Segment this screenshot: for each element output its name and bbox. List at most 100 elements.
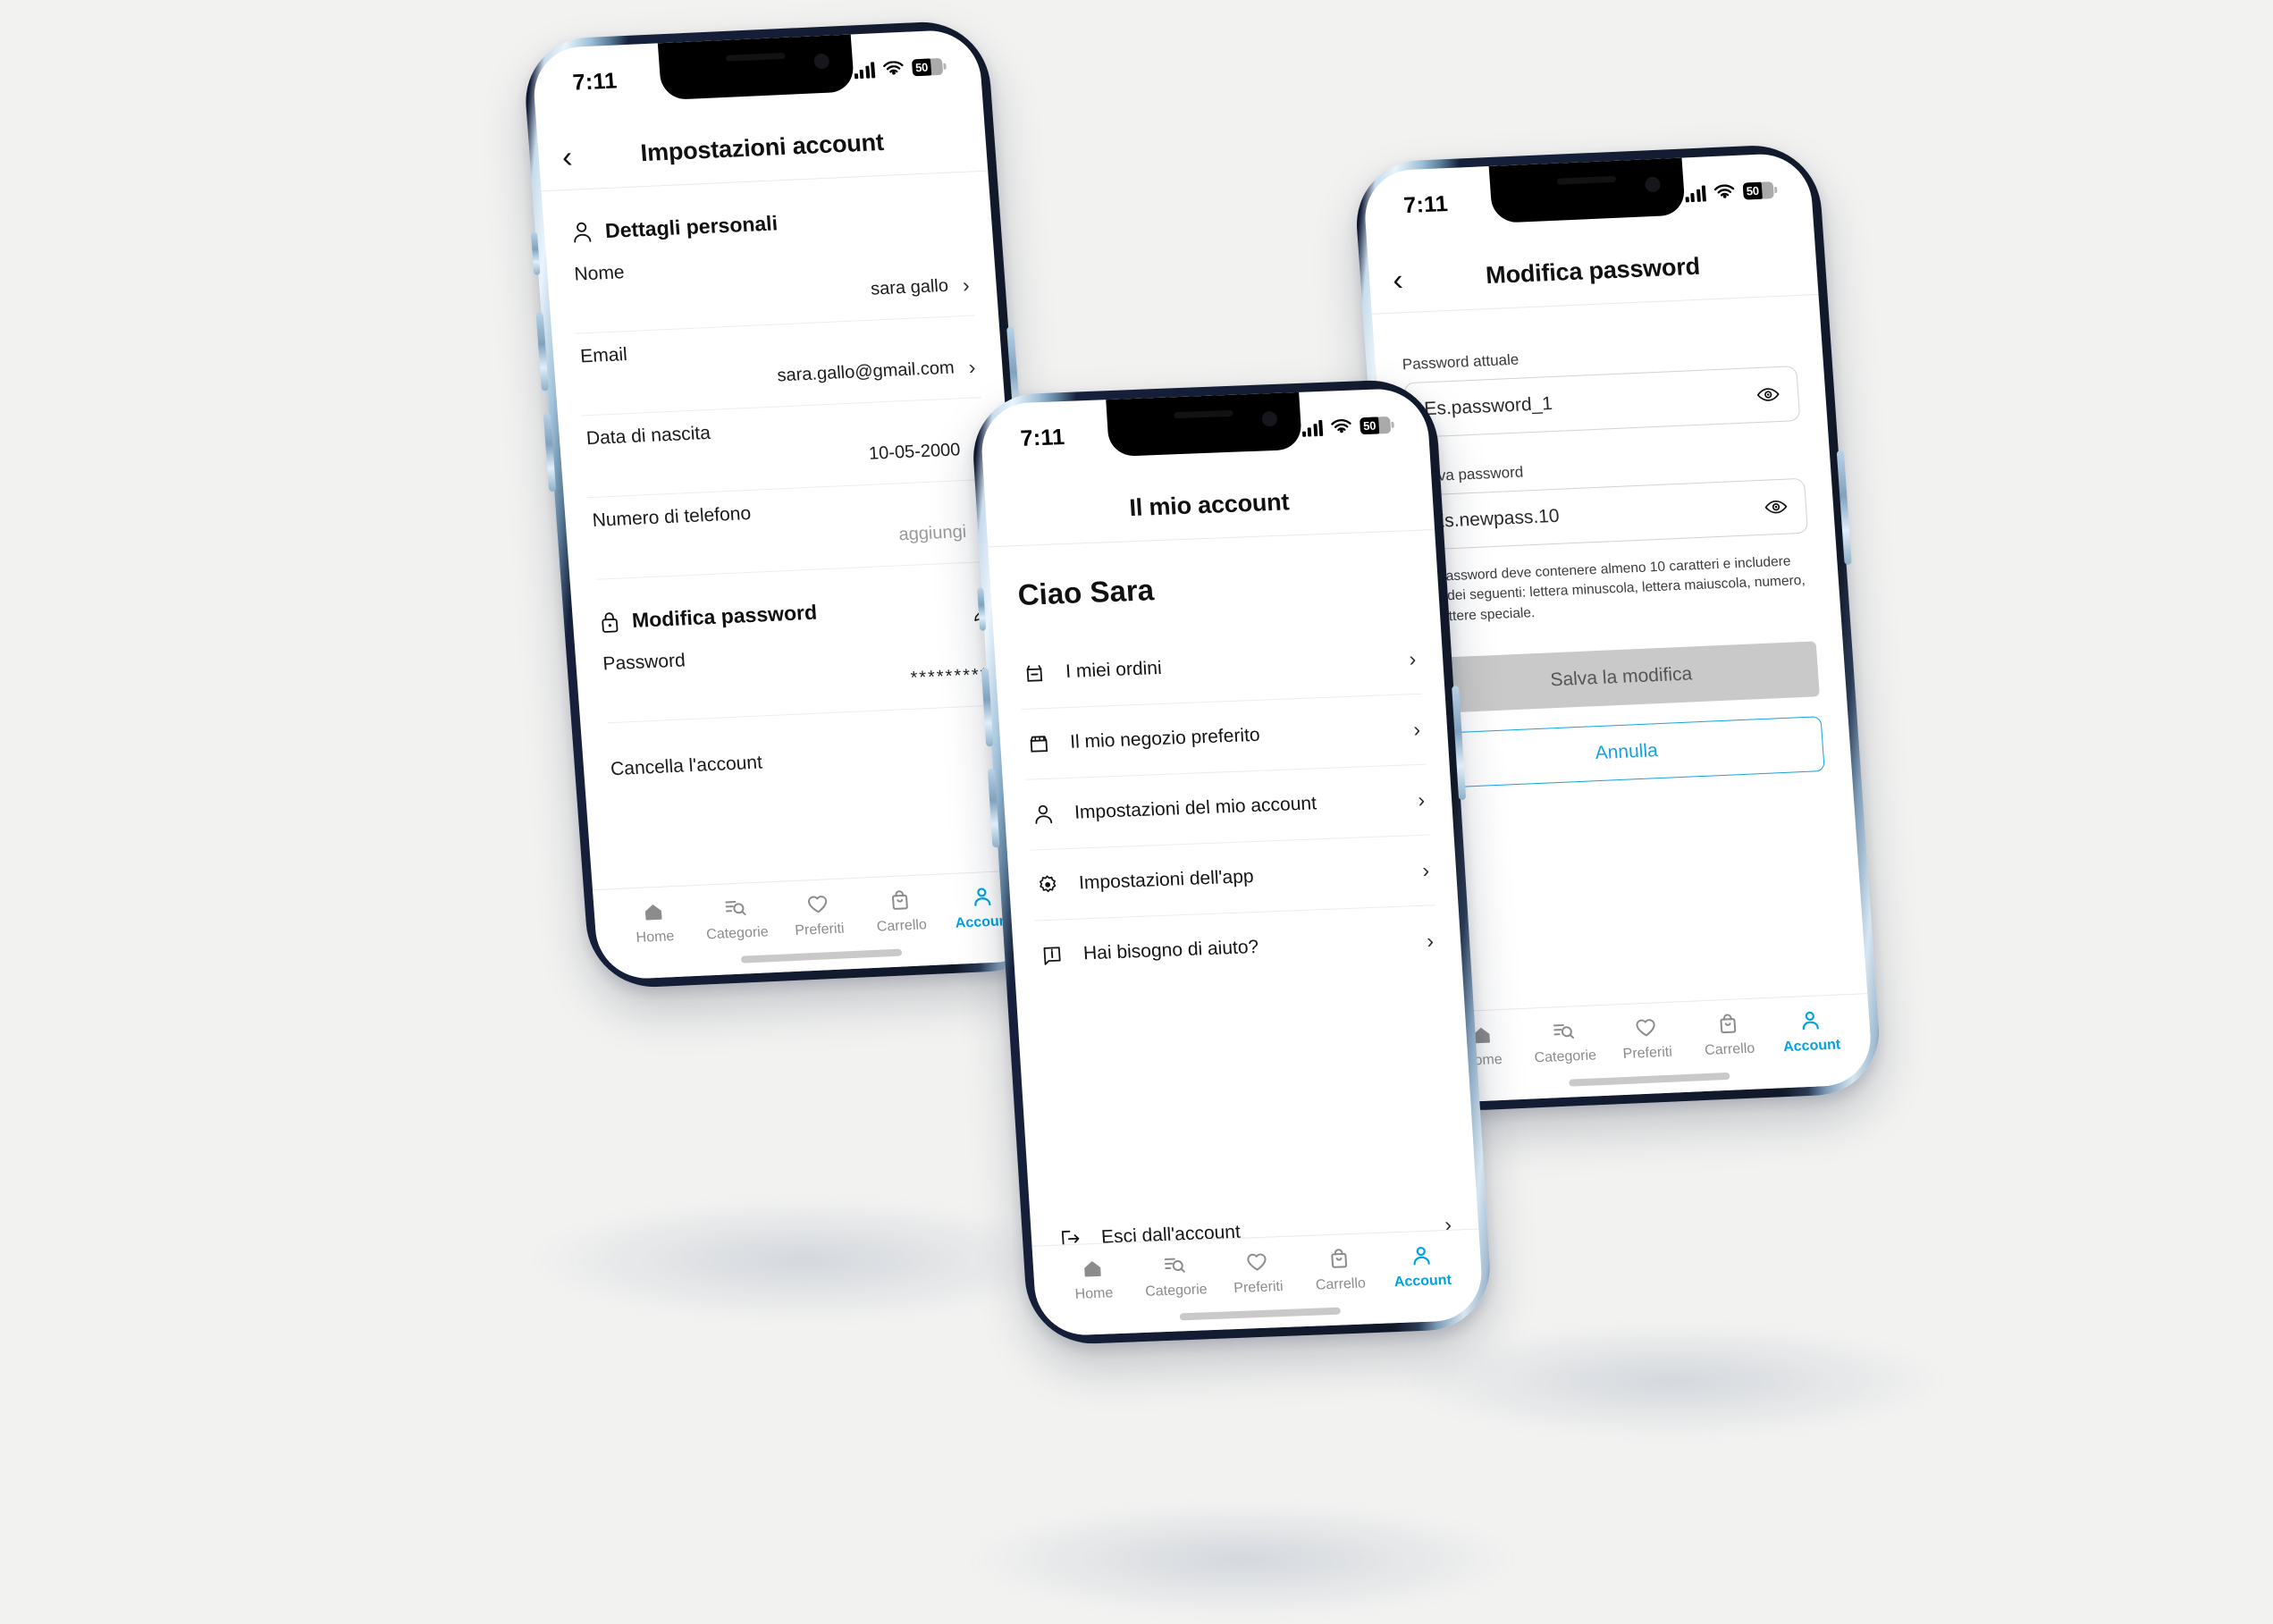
home-indicator (1569, 1072, 1730, 1087)
notch (1488, 157, 1686, 223)
heart-icon (808, 896, 828, 913)
tab-label: Home (636, 929, 676, 947)
front-camera (1644, 176, 1662, 193)
earpiece-speaker (1174, 409, 1233, 419)
field-value: Es.newpass.10 (1431, 505, 1561, 532)
tab-label: Categorie (1534, 1048, 1597, 1066)
status-bar-time: 7:11 (571, 68, 619, 96)
field-value: Es.password_1 (1423, 393, 1553, 420)
row-value: sara gallo (870, 275, 949, 299)
device-shadow (965, 1502, 1520, 1618)
home-indicator (740, 948, 903, 963)
list-item-label: Il mio negozio preferito (1069, 724, 1261, 753)
tab-account[interactable]: Account (1379, 1242, 1464, 1291)
page-title: Il mio account (1128, 488, 1291, 522)
store-icon (1030, 736, 1048, 753)
status-bar-indicators: 50 (1301, 412, 1392, 437)
home-icon (1084, 1260, 1101, 1277)
chevron-right-icon: › (1417, 787, 1426, 812)
earpiece-speaker (1556, 175, 1617, 185)
account-settings-content: Dettagli personali Nome sara gallo › Ema… (542, 172, 1033, 809)
status-bar-time: 7:11 (1402, 191, 1449, 219)
cancel-button-label: Annulla (1594, 740, 1659, 764)
shopping-bag-icon (1331, 1249, 1348, 1268)
tab-home[interactable]: Home (611, 898, 697, 947)
save-button[interactable]: Salva la modifica (1422, 641, 1820, 714)
tab-label: Account (1393, 1272, 1452, 1291)
tab-preferiti[interactable]: Preferiti (776, 891, 862, 940)
cancel-button[interactable]: Annulla (1427, 716, 1825, 789)
device-account-settings: 7:11 50 ‹ Impostazioni account Dettagli … (521, 19, 1056, 990)
device-screen: 7:11 50 Il mio account Ciao Sara I miei … (979, 387, 1485, 1337)
my-account-content: Ciao Sara I miei ordini › Il mio negozio… (988, 530, 1480, 1275)
tab-categorie[interactable]: Categorie (1521, 1018, 1607, 1067)
cellular-signal-icon (853, 61, 876, 79)
bottom-tab-bar: Home Categorie Preferiti Carrello Accoun… (1031, 1228, 1485, 1337)
tab-label: Categorie (705, 924, 770, 943)
wifi-icon (1331, 418, 1351, 433)
person-icon (1802, 1011, 1819, 1031)
tab-categorie[interactable]: Categorie (694, 895, 779, 944)
tab-home[interactable]: Home (1050, 1255, 1135, 1303)
bottom-tab-bar: Home Categorie Preferiti Carrello Accoun… (1420, 993, 1874, 1104)
person-icon (1035, 804, 1053, 824)
back-button[interactable]: ‹ (560, 139, 573, 173)
battery-icon: 50 (1742, 181, 1774, 200)
personal-details-title: Dettagli personali (604, 211, 779, 243)
front-camera (813, 53, 830, 70)
tab-carrello[interactable]: Carrello (1686, 1011, 1772, 1060)
categories-search-icon (1553, 1023, 1575, 1039)
password-requirements-hint: La password deve contenere almeno 10 car… (1418, 553, 1806, 626)
list-item-label: Hai bisogno di aiuto? (1082, 936, 1259, 964)
eye-icon[interactable] (1764, 498, 1788, 517)
row-value: aggiungi (897, 522, 967, 545)
tab-preferiti[interactable]: Preferiti (1215, 1249, 1300, 1297)
tab-label: Carrello (1315, 1275, 1367, 1293)
tab-carrello[interactable]: Carrello (1297, 1246, 1382, 1294)
battery-level-label: 50 (1742, 181, 1763, 200)
tab-categorie[interactable]: Categorie (1132, 1252, 1217, 1300)
notch (657, 34, 855, 101)
home-indicator (1179, 1307, 1342, 1321)
shopping-bag-icon (1720, 1014, 1737, 1034)
eye-icon[interactable] (1756, 385, 1781, 404)
greeting-text: Ciao Sara (1016, 573, 1156, 612)
shopping-bag-icon (892, 890, 908, 910)
page-title: Modifica password (1485, 252, 1701, 290)
tab-label: Preferiti (1622, 1044, 1673, 1063)
cellular-signal-icon (1301, 419, 1324, 437)
device-shadow (527, 1198, 1082, 1323)
row-value: 10-05-2000 (868, 440, 962, 464)
tab-label: Account (1782, 1037, 1841, 1056)
chevron-right-icon: › (1426, 928, 1435, 953)
person-icon (574, 222, 592, 243)
person-icon (974, 888, 991, 906)
cellular-signal-icon (1684, 184, 1706, 202)
list-item-label: Impostazioni dell'app (1078, 866, 1255, 894)
chevron-right-icon: › (967, 355, 977, 379)
device-shadow (1394, 1323, 1949, 1439)
list-item-label: Impostazioni del mio account (1073, 793, 1317, 823)
battery-level-label: 50 (1360, 417, 1380, 435)
heart-icon (1247, 1253, 1267, 1271)
tab-carrello[interactable]: Carrello (858, 888, 944, 937)
save-button-label: Salva la modifica (1549, 663, 1693, 691)
wifi-icon (1713, 183, 1735, 198)
status-bar-time: 7:11 (1019, 424, 1066, 451)
battery-icon: 50 (1360, 416, 1392, 435)
delete-account-row[interactable]: Cancella l'account › (603, 705, 1010, 807)
battery-icon: 50 (911, 57, 944, 77)
person-icon (1413, 1246, 1430, 1266)
battery-level-label: 50 (911, 58, 932, 77)
back-button[interactable]: ‹ (1392, 263, 1404, 297)
tab-preferiti[interactable]: Preferiti (1604, 1014, 1689, 1064)
list-item[interactable]: Hai bisogno di aiuto? › (1035, 905, 1440, 990)
tab-account[interactable]: Account (1768, 1007, 1854, 1056)
screenshot-canvas: 7:11 50 ‹ Impostazioni account Dettagli … (0, 0, 2273, 1624)
chevron-right-icon: › (1412, 717, 1421, 741)
categories-search-icon (1164, 1258, 1185, 1273)
tab-label: Categorie (1144, 1282, 1208, 1300)
front-camera (1261, 410, 1278, 427)
chevron-right-icon: › (1408, 646, 1417, 670)
list-item-label: I miei ordini (1065, 657, 1163, 683)
